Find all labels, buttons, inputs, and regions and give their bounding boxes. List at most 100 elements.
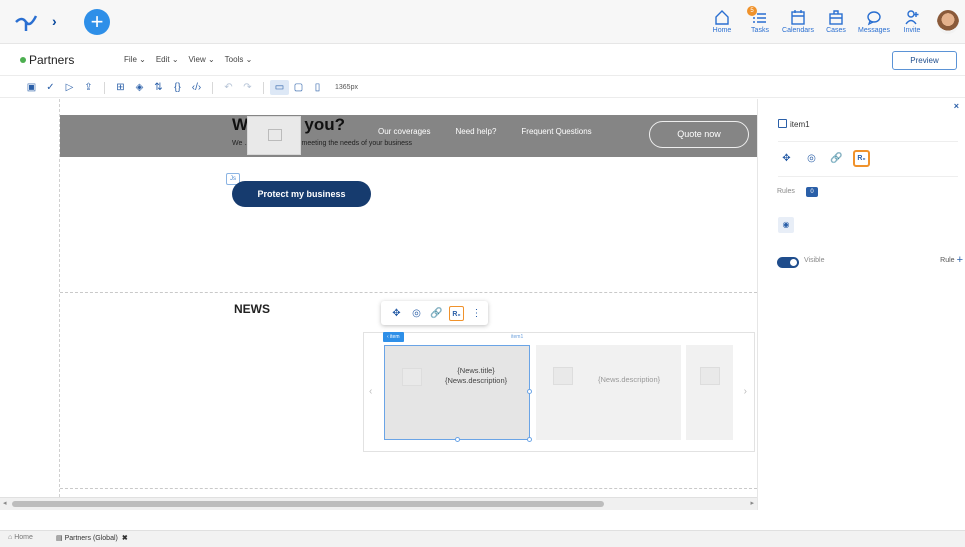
tab-home-label: Home	[14, 534, 33, 541]
braces-icon[interactable]: {}	[168, 80, 187, 95]
carousel-prev-icon[interactable]: ‹	[369, 386, 372, 397]
hero-banner[interactable]: We offer you? We ... nce focused on meet…	[60, 115, 757, 157]
visible-toggle[interactable]	[777, 257, 799, 268]
nav-tasks-label: Tasks	[751, 27, 769, 34]
link-frequent-questions[interactable]: Frequent Questions	[521, 127, 591, 136]
scrollbar-thumb[interactable]	[12, 501, 604, 507]
save-icon[interactable]: ▣	[22, 80, 41, 95]
nav-home-label: Home	[712, 27, 732, 34]
toolbar-divider	[263, 81, 264, 94]
carousel-card[interactable]: {News.description}	[536, 345, 681, 440]
new-button[interactable]: +	[84, 9, 110, 35]
card-image-placeholder	[402, 368, 422, 386]
tab-partners[interactable]: ▤ Partners (Global) ✖	[56, 534, 128, 542]
rules-count-badge[interactable]: 0	[806, 187, 818, 197]
nav-tasks[interactable]: 5 Tasks	[741, 6, 779, 34]
item-selector-tag[interactable]: ‹ item	[383, 332, 404, 342]
redo-icon[interactable]: ↷	[238, 80, 257, 95]
desktop-view-icon[interactable]: ▭	[270, 80, 289, 95]
rules-icon[interactable]: R₀	[449, 305, 464, 321]
app-title-text: Partners	[29, 53, 75, 67]
move-icon[interactable]: ✥	[389, 306, 404, 321]
undo-icon[interactable]: ↶	[219, 80, 238, 95]
grid-icon[interactable]: ⊞	[111, 80, 130, 95]
tablet-view-icon[interactable]: ▢	[289, 80, 308, 95]
section-divider	[60, 292, 757, 293]
panel-tabs: ✥ ◎ 🔗 R₀	[778, 150, 870, 167]
menu-tools[interactable]: Tools ⌄	[225, 55, 253, 64]
canvas-width-label: 1365px	[335, 84, 358, 91]
nav-calendars-label: Calendars	[782, 27, 814, 34]
mobile-view-icon[interactable]: ▯	[308, 80, 327, 95]
item-name-label: item1	[511, 334, 524, 340]
menu-edit[interactable]: Edit ⌄	[156, 55, 179, 64]
link-icon[interactable]: 🔗	[828, 150, 845, 167]
eye-icon[interactable]: ◉	[778, 217, 794, 233]
carousel-card-selected[interactable]: {News.title} {News.description}	[384, 345, 532, 442]
close-icon[interactable]: ×	[954, 101, 959, 111]
app-window: › + Home 5 Tasks Calendars Cases Message…	[0, 0, 965, 547]
check-icon[interactable]: ✓	[41, 80, 60, 95]
export-icon[interactable]: ⇪	[79, 80, 98, 95]
code-icon[interactable]: ‹/›	[187, 80, 206, 95]
resize-handle[interactable]	[527, 437, 532, 442]
toolbar-divider	[104, 81, 105, 94]
visible-label: Visible	[804, 257, 825, 264]
nav-messages[interactable]: Messages	[855, 8, 893, 34]
layers-icon[interactable]: ◈	[130, 80, 149, 95]
link-icon[interactable]: 🔗	[429, 306, 444, 321]
link-our-coverages[interactable]: Our coverages	[378, 127, 430, 136]
app-title: Partners	[20, 53, 74, 67]
resize-handle[interactable]	[527, 389, 532, 394]
tab-home[interactable]: ⌂ Home	[8, 534, 33, 541]
rules-icon[interactable]: R₀	[853, 150, 870, 167]
card-image-placeholder	[553, 367, 573, 385]
bottom-tab-bar: ⌂ Home ▤ Partners (Global) ✖	[0, 530, 965, 547]
menu-bar: Partners File ⌄ Edit ⌄ View ⌄ Tools ⌄ Pr…	[0, 44, 965, 76]
menu-file[interactable]: File ⌄	[124, 55, 146, 64]
expand-chevron-icon[interactable]: ›	[52, 13, 57, 29]
run-icon[interactable]: ▷	[60, 80, 79, 95]
nav-cases-label: Cases	[826, 27, 846, 34]
more-icon[interactable]: ⋮	[469, 306, 484, 321]
briefcase-icon	[829, 10, 843, 25]
move-icon[interactable]: ✥	[778, 150, 795, 167]
nav-cases[interactable]: Cases	[817, 8, 855, 34]
section-divider	[60, 488, 757, 489]
scroll-right-icon[interactable]: ▸	[750, 499, 754, 507]
plus-icon: +	[956, 254, 963, 266]
add-rule-button[interactable]: Rule +	[940, 254, 963, 266]
rules-label: Rules	[777, 188, 795, 195]
close-tab-icon[interactable]: ✖	[122, 535, 128, 542]
carousel-card[interactable]	[686, 345, 733, 440]
nav-calendars[interactable]: Calendars	[779, 8, 817, 34]
news-carousel[interactable]: ‹ › ‹ item item1 {News.title} {News.desc…	[363, 332, 755, 452]
image-icon	[268, 129, 282, 141]
user-avatar[interactable]	[937, 10, 959, 34]
top-nav: Home 5 Tasks Calendars Cases Messages In…	[703, 6, 931, 34]
carousel-next-icon[interactable]: ›	[744, 386, 747, 397]
nav-messages-label: Messages	[858, 27, 890, 34]
tasks-badge: 5	[747, 6, 757, 16]
preview-button[interactable]: Preview	[892, 51, 957, 70]
home-icon	[715, 10, 729, 25]
scroll-left-icon[interactable]: ◂	[3, 499, 7, 507]
resize-handle[interactable]	[455, 437, 460, 442]
sort-icon[interactable]: ⇅	[149, 80, 168, 95]
status-dot-icon	[20, 57, 26, 63]
menu-view[interactable]: View ⌄	[189, 55, 215, 64]
nav-invite[interactable]: Invite	[893, 8, 931, 34]
app-logo-icon[interactable]	[14, 12, 38, 32]
nav-home[interactable]: Home	[703, 8, 741, 34]
canvas-horizontal-scrollbar[interactable]: ◂ ▸	[0, 497, 757, 510]
card-description: {News.description}	[598, 375, 661, 384]
link-need-help[interactable]: Need help?	[455, 127, 496, 136]
design-canvas[interactable]: We offer you? We ... nce focused on meet…	[0, 99, 757, 497]
palette-icon[interactable]: ◎	[409, 306, 424, 321]
protect-business-button[interactable]: Protect my business	[232, 181, 371, 207]
add-rule-label: Rule	[940, 257, 955, 264]
quote-now-button[interactable]: Quote now	[649, 121, 749, 148]
banner-image-placeholder[interactable]	[247, 116, 301, 155]
toolbar-divider	[212, 81, 213, 94]
palette-icon[interactable]: ◎	[803, 150, 820, 167]
